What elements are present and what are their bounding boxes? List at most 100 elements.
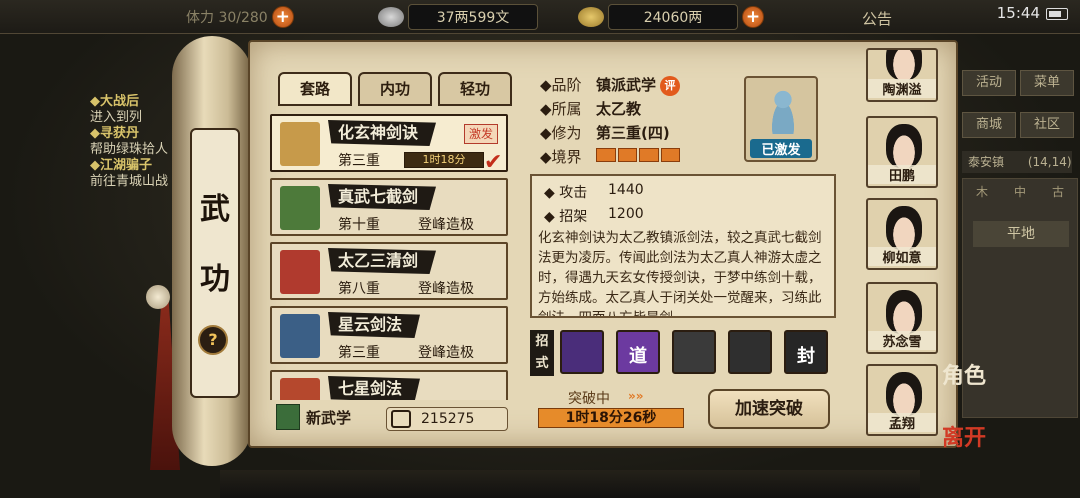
attr-value: 太乙教: [596, 100, 642, 118]
skill-book-icon: [280, 122, 320, 166]
skill-book-icon: [280, 378, 320, 400]
activity-button[interactable]: 活动: [962, 70, 1016, 96]
breakthrough-label: 突破中: [568, 391, 610, 407]
skill-points: 215275: [386, 407, 508, 431]
skill-item[interactable]: 太乙三清剑 第八重 登峰造极: [270, 242, 508, 300]
attr-key: 品阶: [551, 76, 582, 94]
stat-key: 攻击: [559, 185, 588, 201]
book-icon: [391, 410, 411, 428]
quest-log[interactable]: ◆大战后 进入到列 ◆寻获丹 帮助绿珠拾人 ◆江湖骗子 前往青城山战: [90, 94, 170, 254]
party-portrait[interactable]: 田鹏: [866, 116, 938, 188]
new-skill-label: 新武学: [306, 408, 352, 427]
gold-add-button[interactable]: +: [742, 6, 764, 28]
speed-up-button[interactable]: 加速突破: [708, 389, 830, 429]
quest-item[interactable]: ◆寻获丹 帮助绿珠拾人: [90, 126, 170, 158]
attr-rank: ◆品阶 镇派武学评: [540, 74, 681, 96]
help-button[interactable]: ?: [198, 325, 228, 355]
quest-text: 进入到列: [90, 110, 143, 125]
skill-item[interactable]: 真武七截剑 第十重 登峰造极: [270, 178, 508, 236]
terrain-label: 平地: [973, 221, 1069, 247]
leave-button[interactable]: 离开: [942, 420, 986, 452]
portrait-name: 陶渊溢: [868, 79, 936, 98]
battery-icon: [1046, 8, 1068, 20]
stamina-add-button[interactable]: +: [271, 6, 294, 28]
quest-text: 前往青城山战: [90, 174, 169, 189]
skill-book-icon: [280, 250, 320, 294]
attr-realm: ◆境界: [540, 148, 582, 166]
skill-progress: 登峰造极: [418, 345, 474, 361]
checkmark-icon: ✔: [484, 150, 503, 175]
portrait-face: [886, 206, 922, 250]
portrait-name: 苏念雪: [868, 331, 936, 350]
attr-cultivation: ◆修为 第三重(四): [540, 124, 670, 142]
stamina-value: 体力 30/280: [186, 10, 268, 26]
seal-icon[interactable]: 封: [784, 330, 828, 374]
skill-name: 化玄神剑诀: [328, 120, 437, 146]
skill-book-icon: [280, 314, 320, 358]
slash-icon[interactable]: [672, 330, 716, 374]
skill-description-box[interactable]: ◆ 攻击 1440 ◆ 招架 1200 化玄神剑诀为太乙教镇派剑法，较之真武七截剑法…: [530, 174, 836, 318]
skill-description: 化玄神剑诀为太乙教镇派剑法，较之真武七截剑法更为凌厉。传闻此剑法为太乙真人神游太…: [538, 230, 822, 318]
clock: 15:44: [996, 4, 1040, 22]
stat-parry: ◆ 招架 1200: [544, 206, 644, 225]
attr-sect: ◆所属 太乙教: [540, 100, 642, 118]
party-portrait[interactable]: 苏念雪: [866, 282, 938, 354]
skill-level: 第三重: [338, 345, 380, 361]
scroll-title-char: 武: [200, 192, 230, 227]
map-tab[interactable]: 古: [1052, 183, 1064, 200]
skill-list[interactable]: 化玄神剑诀 激发 第三重 1时18分 ✔ 真武七截剑 第十重 登峰造极 太乙三清…: [270, 108, 515, 400]
party-portrait[interactable]: 陶渊溢: [866, 48, 938, 102]
location-bar: 泰安镇 (14,14): [962, 151, 1072, 173]
new-skill-button[interactable]: 新武学: [276, 404, 351, 430]
portrait-name: 孟翔: [868, 413, 936, 432]
skill-item[interactable]: 化玄神剑诀 激发 第三重 1时18分 ✔: [270, 114, 508, 175]
tab-inner-skill[interactable]: 内功: [358, 72, 432, 106]
shop-button[interactable]: 商城: [962, 112, 1016, 138]
skill-item[interactable]: 星云剑法 第三重 登峰造极: [270, 306, 508, 364]
wind-slash-icon[interactable]: [728, 330, 772, 374]
notice-button[interactable]: 公告: [862, 8, 892, 29]
stat-attack: ◆ 攻击 1440: [544, 182, 644, 201]
skill-item[interactable]: 七星剑法: [270, 370, 508, 400]
stamina-resource: 体力 30/280 +: [186, 5, 294, 29]
quest-item[interactable]: ◆大战后 进入到列: [90, 94, 170, 126]
breakthrough-timer: 1时18分26秒: [538, 408, 684, 428]
portrait-name: 田鹏: [868, 165, 936, 184]
quest-text: 帮助绿珠拾人: [90, 142, 169, 157]
rating-badge[interactable]: 评: [660, 75, 681, 96]
map-tab[interactable]: 中: [1014, 183, 1026, 200]
gold-resource: 24060两 +: [578, 4, 764, 30]
scroll-title-char: 功: [200, 262, 230, 297]
menu-button[interactable]: 菜单: [1020, 70, 1074, 96]
party-portrait[interactable]: 孟翔: [866, 364, 938, 436]
portrait-face: [886, 124, 922, 168]
dao-icon[interactable]: 道: [616, 330, 660, 374]
gold-icon: [578, 7, 604, 27]
map-tab[interactable]: 木: [976, 183, 988, 200]
arrows-icon: »»: [628, 389, 644, 403]
portrait-face: [886, 50, 922, 80]
community-button[interactable]: 社区: [1020, 112, 1074, 138]
quest-item[interactable]: ◆江湖骗子 前往青城山战: [90, 158, 170, 190]
sword-purple-icon[interactable]: [560, 330, 604, 374]
portrait-face: [886, 372, 922, 416]
attr-key: 修为: [551, 124, 582, 142]
location-name: 泰安镇: [968, 155, 1005, 169]
skill-level: 第十重: [338, 217, 380, 233]
silver-resource: 37两599文: [378, 4, 538, 30]
bottom-menu-bar: [220, 470, 920, 498]
tab-routines[interactable]: 套路: [278, 72, 352, 106]
skill-level: 第三重: [338, 153, 380, 169]
gold-value: 24060两: [608, 4, 738, 30]
silver-value: 37两599文: [408, 4, 538, 30]
attr-key: 所属: [551, 100, 582, 118]
skill-avatar: 已激发: [744, 76, 818, 162]
tab-lightness-skill[interactable]: 轻功: [438, 72, 512, 106]
quest-title: ◆寻获丹: [90, 126, 139, 141]
role-button[interactable]: 角色: [942, 358, 986, 390]
stat-value: 1440: [608, 182, 644, 198]
party-portrait[interactable]: 柳如意: [866, 198, 938, 270]
skill-progress: 登峰造极: [418, 281, 474, 297]
activated-tag: 激发: [464, 124, 499, 144]
silver-icon: [378, 7, 404, 27]
